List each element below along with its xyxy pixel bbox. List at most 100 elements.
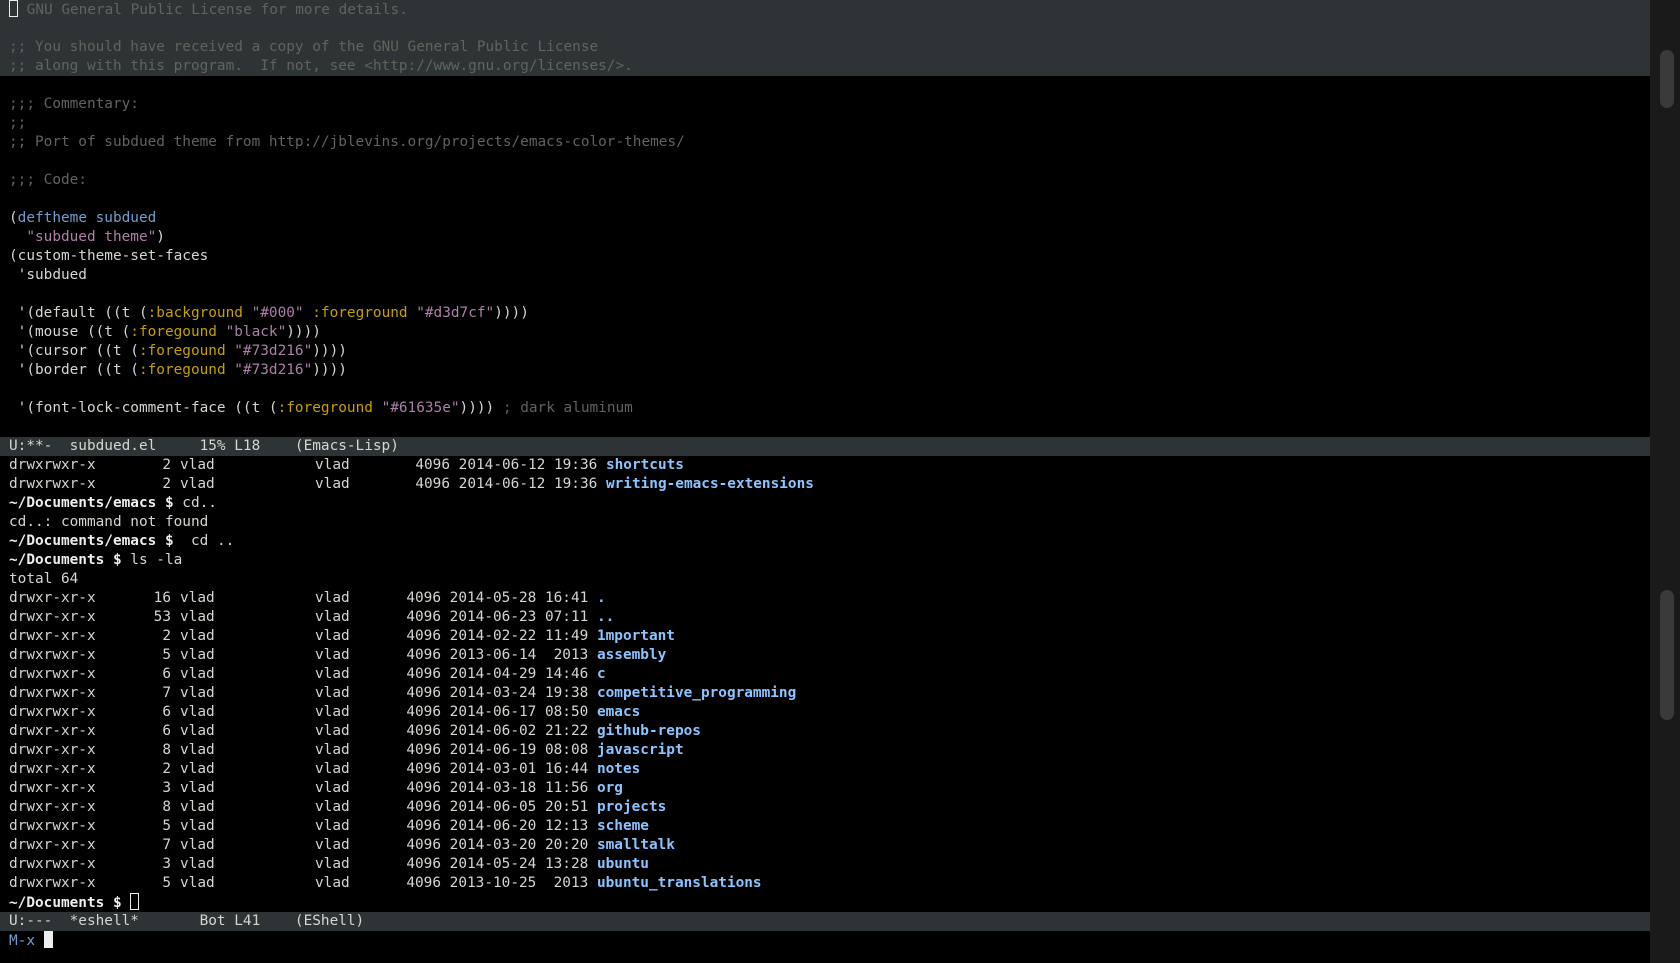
file-size: 4096 (406, 761, 441, 777)
listing-row: drwxr-xr-x 6 vlad vlad 4096 2014-06-02 21:22… (0, 722, 1650, 741)
date: 2014-03-24 (449, 685, 537, 701)
date: 2014-04-29 (449, 666, 537, 682)
comment-face-line: '(font-lock-comment-face ((t (:foregroun… (9, 400, 633, 416)
link-count: 2 (162, 457, 171, 473)
file-size: 4096 (406, 723, 441, 739)
listing-row: drwxrwxr-x 7 vlad vlad 4096 2014-03-24 19:38… (0, 684, 1650, 703)
owner: vlad (180, 647, 215, 663)
listing-row: drwxrwxr-x 5 vlad vlad 4096 2014-06-20 12:13… (0, 817, 1650, 836)
group: vlad (315, 628, 350, 644)
shell-command: cd .. (173, 533, 235, 549)
keyword: :foregound (138, 362, 226, 378)
directory-listing: drwxr-xr-x 16 vlad vlad 4096 2014-05-28 16:4… (0, 589, 1650, 893)
time: 20:51 (544, 799, 589, 815)
file-size: 4096 (406, 742, 441, 758)
comment-line: ;; (9, 115, 27, 131)
link-count: 2 (162, 761, 171, 777)
session-line: ~/Documents/emacs $ cd .. (0, 532, 1650, 551)
deftheme-doc-line: "subdued theme") (26, 229, 165, 245)
group: vlad (315, 780, 350, 796)
time: 19:36 (553, 476, 598, 492)
date: 2014-06-17 (449, 704, 537, 720)
permissions: drwxr-xr-x (9, 590, 96, 606)
shell-prompt-line[interactable]: ~/Documents $ (0, 893, 1650, 912)
file-size: 4096 (406, 818, 441, 834)
permissions: drwxrwxr-x (9, 685, 96, 701)
listing-row: drwxr-xr-x 2 vlad vlad 4096 2014-03-01 16:44… (0, 760, 1650, 779)
group: vlad (315, 875, 350, 891)
permissions: drwxr-xr-x (9, 628, 96, 644)
session-line: ~/Documents/emacs $ cd.. (0, 494, 1650, 513)
directory-name: .. (596, 609, 615, 625)
directory-name: scheme (596, 818, 649, 834)
code-text: )))) (286, 324, 321, 340)
group: vlad (315, 685, 350, 701)
directory-name: competitive_programming (596, 685, 797, 701)
link-count: 5 (162, 818, 171, 834)
date: 2014-06-02 (449, 723, 537, 739)
link-count: 8 (162, 799, 171, 815)
link-count: 7 (162, 685, 171, 701)
permissions: drwxr-xr-x (9, 723, 96, 739)
owner: vlad (180, 818, 215, 834)
group: vlad (315, 476, 350, 492)
code-text: '(default ((t ( (9, 305, 148, 321)
group: vlad (315, 647, 350, 663)
listing-row: drwxr-xr-x 8 vlad vlad 4096 2014-06-05 20:51… (0, 798, 1650, 817)
editor-window[interactable]: GNU General Public License for more deta… (0, 0, 1650, 437)
permissions: drwxrwxr-x (9, 875, 96, 891)
commentary-block: ;;; Commentary:;; ;; Port of subdued them… (0, 76, 1650, 209)
group: vlad (315, 704, 350, 720)
listing-row: drwxr-xr-x 16 vlad vlad 4096 2014-05-28 16:4… (0, 589, 1650, 608)
code-text: '(border ((t ( (9, 362, 139, 378)
eshell-window[interactable]: drwxrwxr-x 2 vlad vlad 4096 2014-06-12 19:36… (0, 456, 1650, 912)
code-text: )))) (312, 362, 347, 378)
group: vlad (315, 856, 350, 872)
file-size: 4096 (406, 799, 441, 815)
group: vlad (315, 837, 350, 853)
link-count: 53 (153, 609, 171, 625)
directory-name: c (596, 666, 606, 682)
permissions: drwxrwxr-x (9, 476, 96, 492)
owner: vlad (180, 704, 215, 720)
set-faces-block: (custom-theme-set-faces 'subdued (0, 247, 1650, 304)
date: 2014-06-23 (449, 609, 537, 625)
link-count: 2 (162, 476, 171, 492)
link-count: 5 (162, 647, 171, 663)
owner: vlad (180, 609, 215, 625)
owner: vlad (180, 780, 215, 796)
file-size: 4096 (406, 837, 441, 853)
listing-row: drwxr-xr-x 8 vlad vlad 4096 2014-06-19 08:08… (0, 741, 1650, 760)
comment-line: ;; along with this program. If not, see … (0, 57, 1650, 76)
comment-line: GNU General Public License for more deta… (0, 0, 1650, 19)
string: "#73d216" (225, 362, 313, 378)
session-line: cd..: command not found (9, 514, 209, 530)
bottom-scrollbar-thumb[interactable] (1660, 590, 1674, 720)
listing-row: drwxrwxr-x 5 vlad vlad 4096 2013-10-25 2013 … (0, 874, 1650, 893)
file-size: 4096 (406, 590, 441, 606)
directory-name: 1mportant (596, 628, 675, 644)
shell-command: cd.. (173, 495, 217, 511)
permissions: drwxrwxr-x (9, 818, 96, 834)
comment-line: ;;; Commentary: (9, 96, 139, 112)
minibuffer[interactable]: M-x (0, 931, 1659, 950)
permissions: drwxrwxr-x (9, 666, 96, 682)
directory-name: smalltalk (596, 837, 675, 853)
file-size: 4096 (406, 647, 441, 663)
time: 2013 (544, 875, 589, 891)
listing-row: drwxrwxr-x 6 vlad vlad 4096 2014-06-17 08:50… (0, 703, 1650, 722)
permissions: drwxr-xr-x (9, 761, 96, 777)
top-scrollbar-thumb[interactable] (1660, 50, 1674, 108)
comment-line: ;; You should have received a copy of th… (0, 38, 1650, 57)
keyword: :foregound (130, 324, 217, 340)
comment-line (0, 190, 1650, 209)
time: 14:46 (544, 666, 589, 682)
shell-session: ~/Documents/emacs $ cd.. cd..: command no… (0, 494, 1650, 589)
date: 2013-06-14 (449, 647, 537, 663)
group: vlad (315, 799, 350, 815)
listing-row: drwxrwxr-x 3 vlad vlad 4096 2014-05-24 13:28… (0, 855, 1650, 874)
directory-name: assembly (596, 647, 667, 663)
file-size: 4096 (406, 609, 441, 625)
date: 2014-03-18 (449, 780, 537, 796)
